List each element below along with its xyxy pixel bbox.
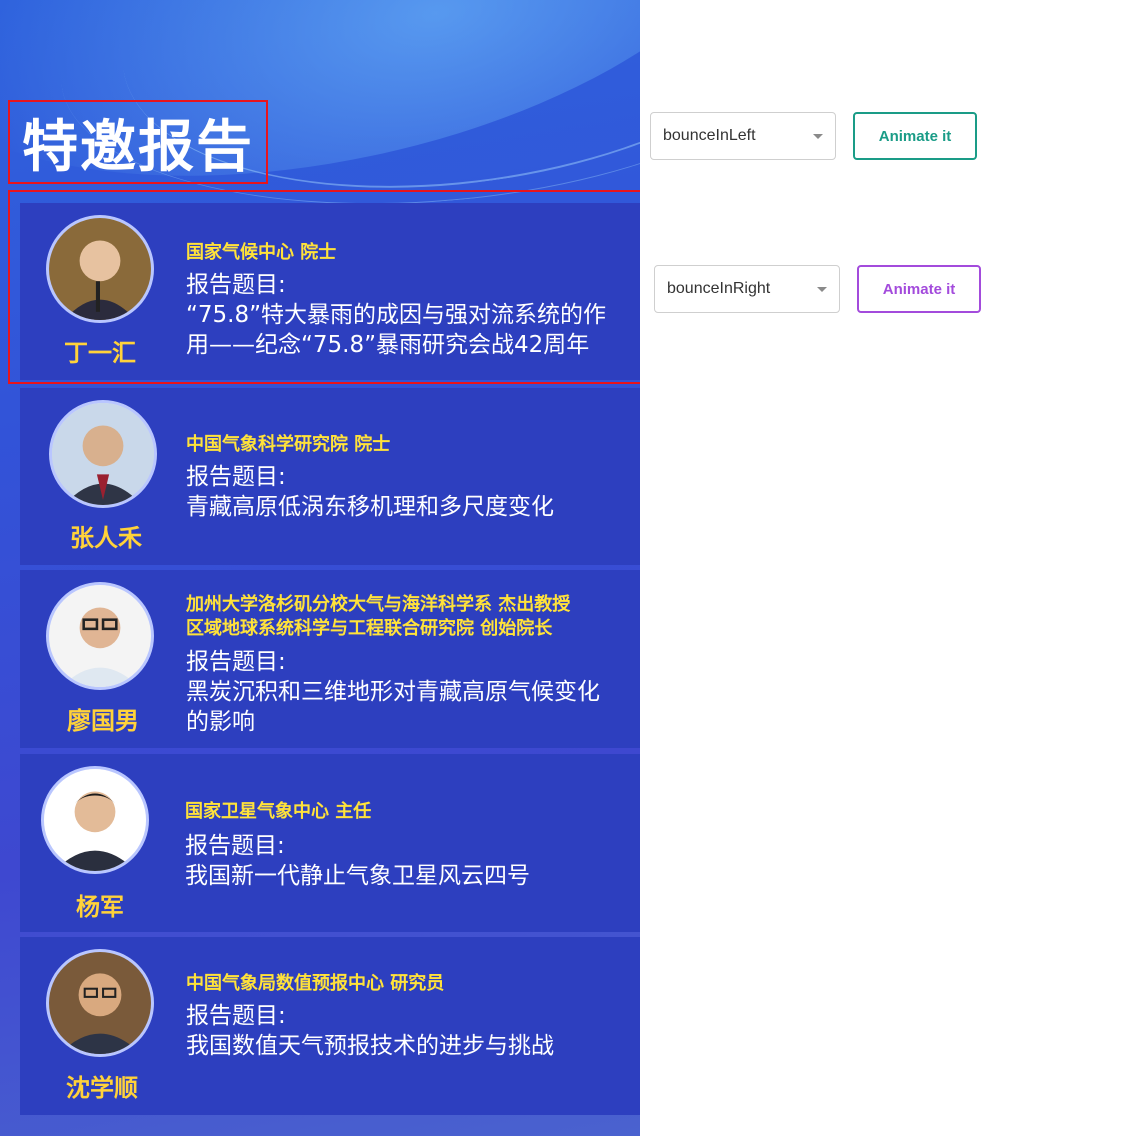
report-topic: 黑炭沉积和三维地形对青藏高原气候变化 的影响 xyxy=(186,677,626,737)
animate-button-right[interactable]: Animate it xyxy=(857,265,981,313)
report-topic: 我国数值天气预报技术的进步与挑战 xyxy=(186,1031,626,1061)
report-label: 报告题目: xyxy=(186,272,286,298)
report-label: 报告题目: xyxy=(186,464,286,490)
speaker-name: 张人禾 xyxy=(70,524,142,552)
speaker-affiliation: 加州大学洛杉矶分校大气与海洋科学系 杰出教授 区域地球系统科学与工程联合研究院 … xyxy=(186,593,570,641)
speaker-affiliation-line: 区域地球系统科学与工程联合研究院 创始院长 xyxy=(186,618,553,639)
speaker-affiliation: 中国气象局数值预报中心 研究员 xyxy=(186,973,445,994)
speaker-affiliation: 国家卫星气象中心 主任 xyxy=(185,801,372,822)
report-topic-line: 的影响 xyxy=(186,709,255,735)
speaker-photo xyxy=(49,400,157,508)
speaker-photo xyxy=(46,949,154,1057)
portrait-icon xyxy=(44,769,146,871)
portrait-icon xyxy=(49,585,151,687)
animation-select-right[interactable]: bounceInRight xyxy=(654,265,840,313)
report-topic: 青藏高原低涡东移机理和多尺度变化 xyxy=(186,492,626,522)
poster-title: 特邀报告 xyxy=(22,114,254,180)
speaker-name: 丁一汇 xyxy=(64,339,136,367)
report-topic-line: 黑炭沉积和三维地形对青藏高原气候变化 xyxy=(186,679,600,705)
portrait-icon xyxy=(49,952,151,1054)
speaker-card: 沈学顺 中国气象局数值预报中心 研究员 报告题目: 我国数值天气预报技术的进步与… xyxy=(20,937,640,1115)
report-topic-line: 我国新一代静止气象卫星风云四号 xyxy=(185,863,530,889)
speaker-card: 廖国男 加州大学洛杉矶分校大气与海洋科学系 杰出教授 区域地球系统科学与工程联合… xyxy=(20,570,640,748)
speaker-photo xyxy=(46,582,154,690)
animation-select-value: bounceInLeft xyxy=(663,127,756,144)
poster: 特邀报告 丁一汇 国家气候中心 院士 报告题目: “75.8”特大暴雨的成因与强… xyxy=(0,0,640,1136)
report-label: 报告题目: xyxy=(186,649,286,675)
animation-select-left[interactable]: bounceInLeft xyxy=(650,112,836,160)
report-topic-line: 青藏高原低涡东移机理和多尺度变化 xyxy=(186,494,554,520)
speaker-affiliation: 国家气候中心 院士 xyxy=(186,242,337,263)
poster-title-box: 特邀报告 xyxy=(8,100,268,184)
speaker-name: 杨军 xyxy=(76,893,124,921)
report-topic-line: 用——纪念“75.8”暴雨研究会战42周年 xyxy=(186,332,590,358)
speaker-photo xyxy=(46,215,154,323)
animation-select-value: bounceInRight xyxy=(667,280,771,297)
animate-button-left[interactable]: Animate it xyxy=(853,112,977,160)
speaker-affiliation-line: 加州大学洛杉矶分校大气与海洋科学系 杰出教授 xyxy=(186,594,571,615)
speaker-photo xyxy=(41,766,149,874)
report-topic-line: 我国数值天气预报技术的进步与挑战 xyxy=(186,1033,554,1059)
speaker-card: 丁一汇 国家气候中心 院士 报告题目: “75.8”特大暴雨的成因与强对流系统的… xyxy=(20,203,640,380)
report-topic: “75.8”特大暴雨的成因与强对流系统的作 用——纪念“75.8”暴雨研究会战4… xyxy=(186,300,626,360)
portrait-icon xyxy=(49,218,151,320)
caret-down-icon xyxy=(817,287,827,292)
speaker-affiliation: 中国气象科学研究院 院士 xyxy=(186,434,391,455)
speaker-name: 廖国男 xyxy=(67,707,139,735)
report-topic-line: “75.8”特大暴雨的成因与强对流系统的作 xyxy=(186,302,607,328)
report-label: 报告题目: xyxy=(185,833,285,859)
speaker-card: 杨军 国家卫星气象中心 主任 报告题目: 我国新一代静止气象卫星风云四号 xyxy=(20,754,640,932)
report-topic: 我国新一代静止气象卫星风云四号 xyxy=(185,861,625,891)
report-label: 报告题目: xyxy=(186,1003,286,1029)
speaker-card: 张人禾 中国气象科学研究院 院士 报告题目: 青藏高原低涡东移机理和多尺度变化 xyxy=(20,388,640,565)
speaker-name: 沈学顺 xyxy=(66,1074,138,1102)
portrait-icon xyxy=(52,403,154,505)
caret-down-icon xyxy=(813,134,823,139)
